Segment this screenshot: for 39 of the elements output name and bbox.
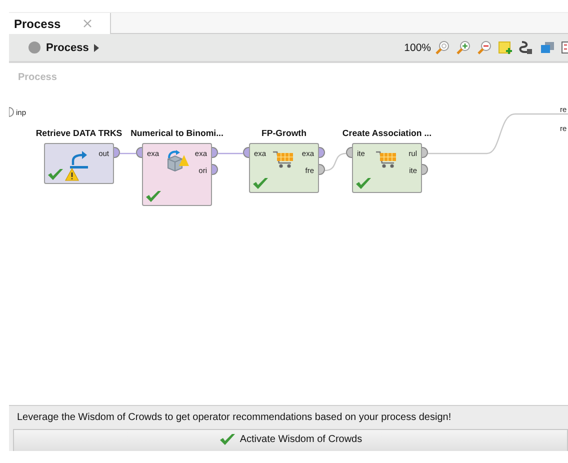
connection-line	[324, 152, 346, 172]
zoom-out-icon[interactable]	[477, 40, 492, 56]
port-connector[interactable]	[136, 147, 142, 158]
cube-convert-icon	[165, 150, 189, 172]
layers-icon[interactable]	[540, 40, 555, 56]
port-connector[interactable]	[212, 164, 218, 176]
zoom-fit-icon[interactable]	[435, 40, 450, 56]
operator-name: FP-Growth	[262, 128, 306, 138]
activate-button[interactable]: Activate Wisdom of Crowds	[13, 429, 568, 451]
port-connector[interactable]	[422, 164, 428, 176]
connection-line	[218, 152, 243, 154]
port-connector[interactable]	[319, 164, 325, 176]
canvas-title: Process	[18, 72, 57, 84]
breadcrumb-label[interactable]: Process	[46, 42, 89, 54]
port-connector[interactable]	[243, 147, 249, 158]
process-tab[interactable]: Process	[9, 13, 111, 34]
port-connector[interactable]	[319, 147, 325, 158]
connection-line	[120, 152, 136, 154]
add-note-icon[interactable]	[498, 40, 513, 56]
caret-icon[interactable]	[94, 44, 99, 52]
shopping-cart-icon	[273, 150, 295, 170]
shopping-cart-icon	[376, 150, 398, 170]
close-icon[interactable]	[82, 19, 92, 28]
check-icon	[218, 433, 236, 446]
zoom-level: 100%	[404, 42, 431, 54]
operator-name: Numerical to Binomi...	[130, 128, 224, 138]
port-connector[interactable]	[9, 107, 14, 118]
operator-name: Retrieve DATA TRKS	[36, 128, 122, 138]
zoom-in-icon[interactable]	[456, 40, 471, 56]
retrieve-arrow-icon	[69, 150, 89, 170]
port-connector[interactable]	[346, 147, 352, 158]
layout-icon[interactable]	[561, 40, 568, 56]
plug-icon[interactable]	[519, 40, 534, 56]
port-connector[interactable]	[422, 147, 428, 158]
operator-name: Create Association ...	[342, 128, 432, 138]
port-connector[interactable]	[212, 147, 218, 158]
recommendation-message: Leverage the Wisdom of Crowds to get operator recommendations based on your process design!	[17, 412, 452, 423]
port-connector[interactable]	[114, 147, 120, 158]
process-icon	[28, 41, 41, 54]
